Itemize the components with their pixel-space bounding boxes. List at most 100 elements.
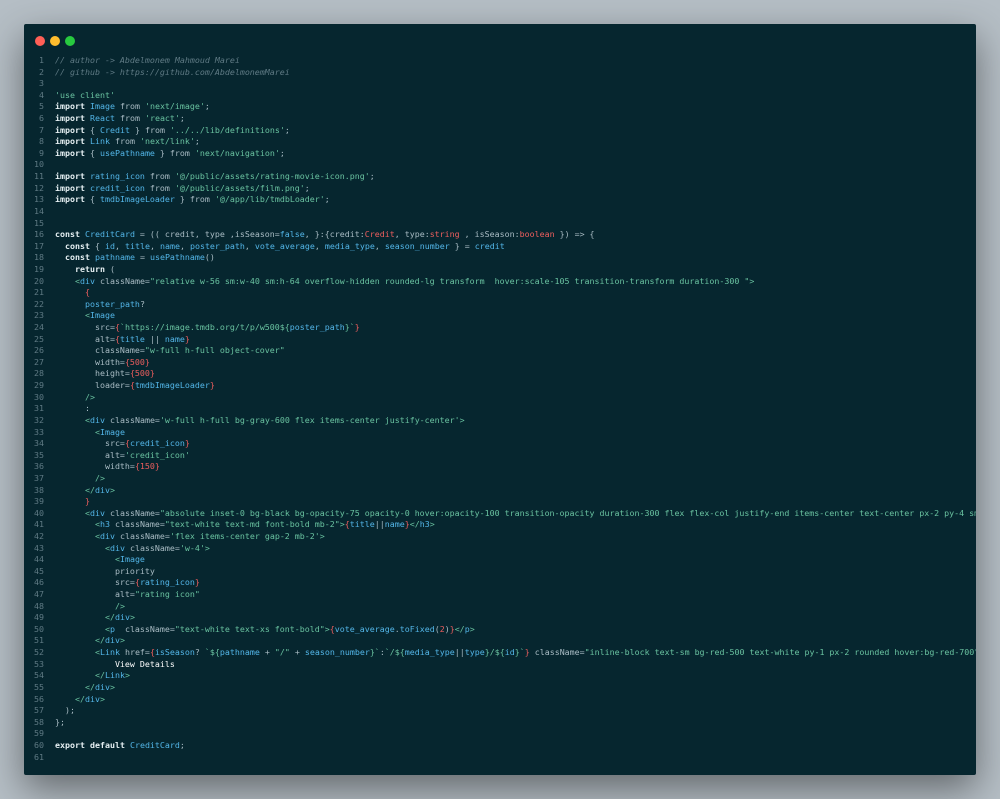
line-code: // author -> Abdelmonem Mahmoud Marei <box>55 55 240 67</box>
code-line: 60 export default CreditCard; <box>24 740 976 752</box>
code-token: className= <box>94 275 150 286</box>
code-line: 53 View Details <box>24 659 976 671</box>
line-number: 13 <box>34 194 44 205</box>
code-token: // author -> Abdelmonem Mahmoud Marei <box>55 55 240 65</box>
maximize-window-button[interactable] <box>65 36 75 46</box>
code-line: 17 const { id, title, name, poster_path,… <box>24 241 976 253</box>
code-token: div <box>89 414 105 425</box>
code-token: </ <box>84 681 95 692</box>
line-code: { <box>55 287 90 299</box>
code-token: || <box>144 333 165 344</box>
code-line: 44 <Image <box>24 554 976 566</box>
code-token: alt= <box>55 589 135 600</box>
code-line: 37 /> <box>24 473 976 485</box>
code-token: } = <box>449 240 475 251</box>
code-token: div <box>89 507 105 518</box>
code-token: > <box>749 275 755 286</box>
code-token: 'next/link' <box>139 136 195 147</box>
code-line: 59 <box>24 728 976 740</box>
line-number: 11 <box>34 171 44 182</box>
code-line: 47 alt="rating icon" <box>24 589 976 601</box>
code-token: > <box>129 612 135 623</box>
code-token: className= <box>114 530 170 541</box>
line-number: 56 <box>34 693 44 704</box>
code-token: div <box>109 542 125 553</box>
code-token: Link <box>99 647 120 658</box>
line-code: export default CreditCard; <box>55 740 185 752</box>
line-code: alt={title || name} <box>55 334 190 346</box>
code-token: > <box>204 542 210 553</box>
code-token: ; <box>304 182 310 193</box>
line-code: import Link from 'next/link'; <box>55 136 200 148</box>
code-line: 19 return ( <box>24 264 976 276</box>
code-token: } <box>84 496 90 507</box>
code-token: tmdbImageLoader <box>134 380 210 391</box>
code-token: const <box>65 240 90 251</box>
minimize-window-button[interactable] <box>50 36 60 46</box>
code-token: pathname <box>219 647 260 658</box>
code-token: > <box>119 635 125 646</box>
line-code: import { Credit } from '../../lib/defini… <box>55 125 290 137</box>
code-line: 58}; <box>24 717 976 729</box>
code-line: 28 height={500} <box>24 368 976 380</box>
line-code: </div> <box>55 485 115 497</box>
code-token: > <box>469 623 475 634</box>
code-editor[interactable]: 1 // author -> Abdelmonem Mahmoud Marei 2 /… <box>24 55 976 763</box>
code-token: width= <box>55 356 125 367</box>
line-number: 24 <box>34 322 44 333</box>
line-code: </Link> <box>55 670 130 682</box>
code-token: return <box>74 263 105 274</box>
line-number: 26 <box>34 345 44 356</box>
code-token: div <box>84 693 100 704</box>
code-token: </ <box>94 635 105 646</box>
line-number: 35 <box>34 449 44 460</box>
code-token: 'next/navigation' <box>194 147 280 158</box>
line-number: 22 <box>34 298 44 309</box>
code-token: rating_icon <box>89 171 145 182</box>
line-number: 18 <box>34 252 44 263</box>
code-token: Image <box>89 101 115 112</box>
code-token: ; <box>204 101 210 112</box>
line-number: 1 <box>39 55 44 65</box>
code-token: 'react' <box>144 113 180 124</box>
line-number: 37 <box>34 472 44 483</box>
code-line: 13 import { tmdbImageLoader } from '@/app… <box>24 194 976 206</box>
line-code: </div> <box>55 635 125 647</box>
line-code: src={credit_icon} <box>55 438 190 450</box>
title-bar <box>24 24 976 58</box>
code-token: || <box>374 519 385 530</box>
code-line: 7 import { Credit } from '../../lib/defin… <box>24 125 976 137</box>
code-line: 43 <div className='w-4'> <box>24 543 976 555</box>
code-token: priority <box>55 565 155 576</box>
code-line: 9 import { usePathname } from 'next/navig… <box>24 148 976 160</box>
code-token: }) => { <box>554 229 595 240</box>
code-token: toFixed <box>399 623 435 634</box>
code-token: } <box>354 322 360 333</box>
code-line: 24 src={`https://image.tmdb.org/t/p/w500… <box>24 322 976 334</box>
line-code: priority <box>55 566 155 578</box>
code-token: }` <box>344 322 355 333</box>
code-token: media_type <box>404 647 455 658</box>
close-window-button[interactable] <box>35 36 45 46</box>
line-number: 48 <box>34 600 44 611</box>
code-token: alt= <box>55 333 115 344</box>
code-token: className= <box>55 345 145 356</box>
line-number: 42 <box>34 530 44 541</box>
line-number: 16 <box>34 229 44 240</box>
code-token: CreditCard <box>84 229 135 240</box>
code-token: "text-white text-xs font-bold" <box>174 623 325 634</box>
code-token: { <box>84 124 100 135</box>
code-token: () <box>204 252 215 263</box>
code-token: || <box>454 647 465 658</box>
code-token: > <box>429 519 435 530</box>
code-token: div <box>94 681 110 692</box>
code-line: 40 <div className="absolute inset-0 bg-b… <box>24 508 976 520</box>
